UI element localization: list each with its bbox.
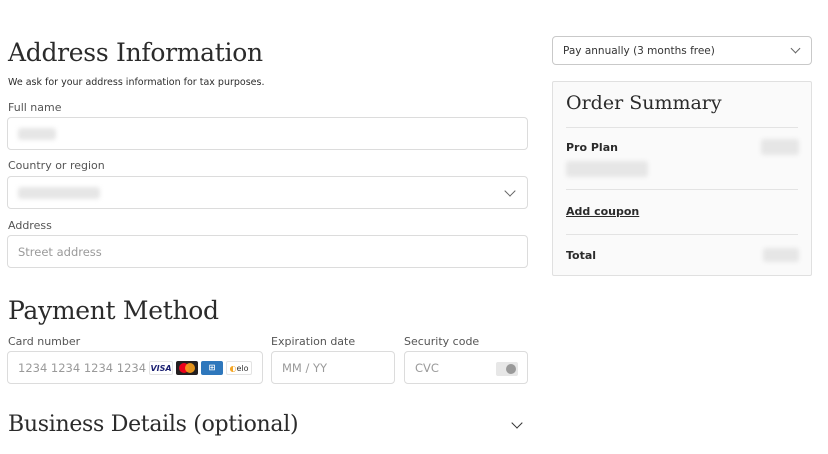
mastercard-icon xyxy=(176,360,198,375)
street-address-input[interactable]: Street address xyxy=(7,235,528,268)
security-code-label: Security code xyxy=(404,335,480,348)
expiration-placeholder: MM / YY xyxy=(282,360,328,375)
street-address-placeholder: Street address xyxy=(18,244,102,259)
visa-icon: VISA xyxy=(149,360,173,375)
summary-divider xyxy=(566,127,798,128)
summary-divider xyxy=(566,189,798,190)
chevron-down-icon xyxy=(504,185,516,197)
plan-details-redacted xyxy=(566,161,648,177)
billing-period-select[interactable]: Pay annually (3 months free) xyxy=(552,36,812,65)
card-number-placeholder: 1234 1234 1234 1234 xyxy=(18,360,147,375)
elo-icon: ◐elo xyxy=(226,360,252,375)
business-details-chevron-icon[interactable] xyxy=(511,417,523,429)
total-amount-redacted xyxy=(763,248,799,262)
card-number-label: Card number xyxy=(8,335,81,348)
plan-price-redacted xyxy=(761,139,799,155)
card-number-input[interactable]: 1234 1234 1234 1234 VISA ⊞ ◐elo xyxy=(7,351,263,384)
address-label: Address xyxy=(8,219,52,232)
full-name-value-redacted xyxy=(18,128,56,140)
business-details-heading[interactable]: Business Details (optional) xyxy=(8,412,299,437)
country-value-redacted xyxy=(18,187,100,199)
summary-divider xyxy=(566,234,798,235)
address-subtext: We ask for your address information for … xyxy=(8,77,265,88)
payment-heading: Payment Method xyxy=(8,296,219,325)
full-name-input[interactable] xyxy=(7,117,528,150)
country-label: Country or region xyxy=(8,159,105,172)
add-coupon-link[interactable]: Add coupon xyxy=(566,205,639,218)
full-name-label: Full name xyxy=(8,101,62,114)
plan-name: Pro Plan xyxy=(566,141,618,154)
card-brands: VISA ⊞ ◐elo xyxy=(149,360,252,375)
security-code-input[interactable]: CVC xyxy=(404,351,528,384)
cvc-card-icon xyxy=(496,362,518,376)
expiration-input[interactable]: MM / YY xyxy=(271,351,395,384)
chevron-down-icon xyxy=(790,43,801,54)
order-summary-heading: Order Summary xyxy=(566,92,722,114)
billing-period-value: Pay annually (3 months free) xyxy=(563,44,715,57)
total-label: Total xyxy=(566,249,597,262)
amex-icon: ⊞ xyxy=(201,360,223,375)
country-select[interactable] xyxy=(7,176,528,209)
expiration-label: Expiration date xyxy=(271,335,356,348)
order-summary-panel: Order Summary Pro Plan Add coupon Total xyxy=(552,81,812,276)
security-code-placeholder: CVC xyxy=(415,360,439,375)
address-heading: Address Information xyxy=(8,38,263,67)
